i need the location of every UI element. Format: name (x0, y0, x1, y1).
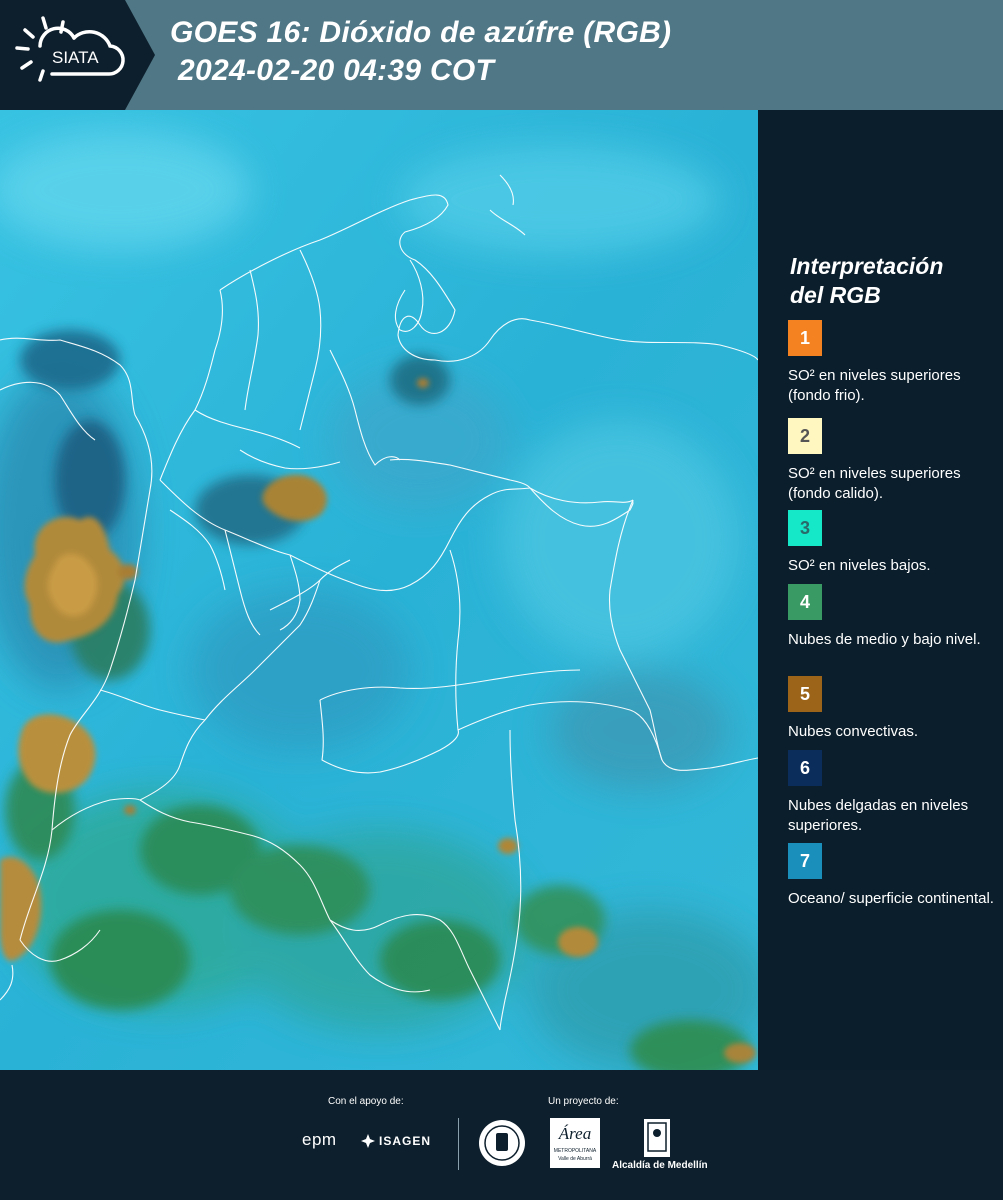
area-metropolitana-logo: Área METROPOLITANA Valle de Aburrá (550, 1118, 600, 1168)
isagen-icon (360, 1133, 376, 1149)
legend-item: 2 SO² en niveles superiores (fondo calido… (788, 418, 998, 504)
legend-item: 1 SO² en niveles superiores (fondo frio). (788, 320, 998, 406)
siata-logo-block: SIATA (0, 0, 155, 110)
legend-item: 7 Oceano/ superficie continental. (788, 843, 998, 909)
legend-label: SO² en niveles superiores (fondo frio). (788, 367, 961, 404)
isagen-logo: ISAGEN (379, 1134, 432, 1148)
medellin-seal-icon (477, 1118, 527, 1168)
legend-title: Interpretación del RGB (790, 252, 943, 310)
project-label: Un proyecto de: (548, 1096, 619, 1107)
epm-logo: epm (302, 1130, 337, 1149)
legend-label: Nubes de medio y bajo nivel. (788, 631, 981, 648)
title-line-2: 2024-02-20 04:39 COT (178, 54, 495, 87)
legend-title-line-1: Interpretación (790, 253, 944, 279)
legend-label: SO² en niveles superiores (fondo calido)… (788, 465, 961, 502)
legend-item: 5 Nubes convectivas. (788, 676, 998, 742)
legend-item: 6 Nubes delgadas en niveles superiores. (788, 750, 998, 836)
legend-item: 3 SO² en niveles bajos. (788, 510, 998, 576)
page-title: GOES 16: Dióxido de azúfre (RGB) 2024-02… (170, 14, 671, 90)
footer: Con el apoyo de: Un proyecto de: epm ISA… (0, 1070, 1003, 1200)
legend-swatch: 2 (788, 418, 822, 454)
area-logo-text: Área (558, 1124, 592, 1143)
legend-swatch: 3 (788, 510, 822, 546)
footer-divider (458, 1118, 459, 1170)
legend-swatch: 5 (788, 676, 822, 712)
support-label: Con el apoyo de: (328, 1096, 404, 1107)
legend-swatch: 1 (788, 320, 822, 356)
alcaldia-shield-icon (643, 1118, 671, 1158)
legend-label: SO² en niveles bajos. (788, 557, 931, 574)
header-bar: SIATA GOES 16: Dióxido de azúfre (RGB) 2… (0, 0, 1003, 110)
legend-swatch: 6 (788, 750, 822, 786)
title-line-1: GOES 16: Dióxido de azúfre (RGB) (170, 16, 672, 49)
alcaldia-text: Alcaldía de Medellín (612, 1160, 708, 1171)
legend-label: Nubes convectivas. (788, 723, 919, 740)
legend-item: 4 Nubes de medio y bajo nivel. (788, 584, 998, 650)
siata-logo-text: SIATA (52, 48, 99, 67)
legend-label: Nubes delgadas en niveles superiores. (788, 797, 969, 834)
legend-panel: Interpretación del RGB 1 SO² en niveles s… (758, 110, 1003, 1070)
area-logo-sub2: Valle de Aburrá (558, 1156, 592, 1162)
legend-label: Oceano/ superficie continental. (788, 890, 994, 907)
area-logo-sub: METROPOLITANA (553, 1148, 597, 1154)
legend-swatch: 4 (788, 584, 822, 620)
satellite-image (0, 110, 758, 1070)
legend-swatch: 7 (788, 843, 822, 879)
legend-title-line-2: del RGB (790, 282, 881, 308)
satellite-map[interactable] (0, 110, 758, 1070)
